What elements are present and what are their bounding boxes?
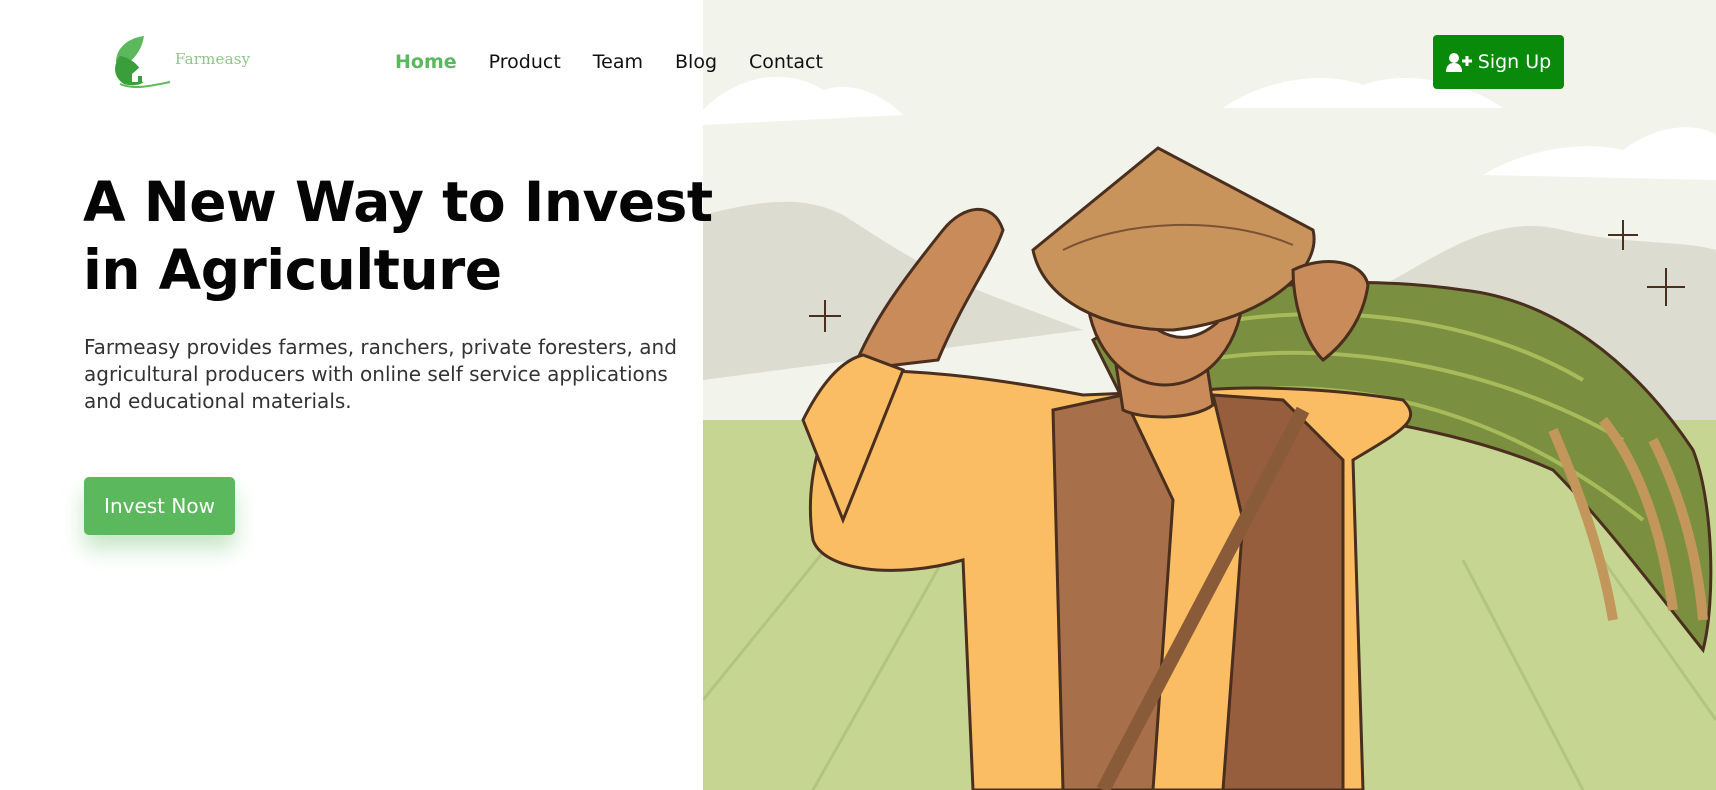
brand-name: Farmeasy	[175, 50, 251, 68]
hero-description: Farmeasy provides farmes, ranchers, priv…	[84, 335, 677, 413]
invest-now-button[interactable]: Invest Now	[84, 477, 235, 535]
sign-up-label: Sign Up	[1477, 51, 1552, 73]
sign-up-button[interactable]: Sign Up	[1433, 35, 1564, 89]
nav-item-home[interactable]: Home	[395, 50, 457, 74]
nav-item-blog[interactable]: Blog	[675, 50, 717, 74]
brand-logo[interactable]: Farmeasy	[110, 34, 250, 88]
invest-now-label: Invest Now	[104, 494, 215, 518]
user-plus-icon	[1445, 53, 1472, 72]
nav-item-product[interactable]: Product	[489, 50, 561, 74]
hero-title: A New Way to Invest in Agriculture	[83, 168, 723, 304]
nav-item-contact[interactable]: Contact	[749, 50, 823, 74]
main-nav: Home Product Team Blog Contact	[395, 50, 855, 74]
hero-title-line-2: in Agriculture	[83, 238, 502, 302]
leaf-house-icon	[115, 36, 171, 88]
nav-item-team[interactable]: Team	[593, 50, 643, 74]
hero-illustration	[703, 0, 1716, 790]
hero-title-line-1: A New Way to Invest	[83, 170, 713, 234]
